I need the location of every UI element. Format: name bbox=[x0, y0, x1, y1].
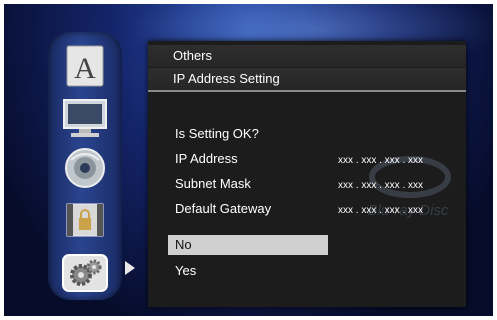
confirm-question: Is Setting OK? bbox=[175, 126, 259, 141]
sidebar-pointer-arrow-icon bbox=[125, 261, 135, 275]
parental-lock-icon[interactable] bbox=[61, 198, 109, 242]
tv-screen: A Others IP Address Setting Blu-ray Disc… bbox=[4, 4, 493, 316]
ip-address-setting-panel: Others IP Address Setting Blu-ray Disc I… bbox=[148, 41, 466, 307]
ip-address-label: IP Address bbox=[175, 151, 238, 166]
settings-gears-icon[interactable] bbox=[61, 251, 109, 295]
default-gateway-label: Default Gateway bbox=[175, 201, 272, 216]
option-no-button[interactable]: No bbox=[168, 235, 328, 255]
menu-subheader: IP Address Setting bbox=[148, 68, 466, 92]
option-yes-button[interactable]: Yes bbox=[168, 261, 328, 281]
default-gateway-value: xxx . xxx . xxx . xxx bbox=[338, 205, 424, 216]
menu-header: Others bbox=[148, 45, 466, 67]
language-icon[interactable]: A bbox=[61, 44, 109, 88]
ip-address-value: xxx . xxx . xxx . xxx bbox=[338, 155, 424, 166]
settings-sidebar: A bbox=[48, 32, 122, 300]
subnet-mask-value: xxx . xxx . xxx . xxx bbox=[338, 180, 424, 191]
display-icon[interactable] bbox=[61, 96, 109, 140]
audio-disc-icon[interactable] bbox=[61, 146, 109, 190]
language-letter: A bbox=[74, 52, 96, 85]
subnet-mask-label: Subnet Mask bbox=[175, 176, 251, 191]
